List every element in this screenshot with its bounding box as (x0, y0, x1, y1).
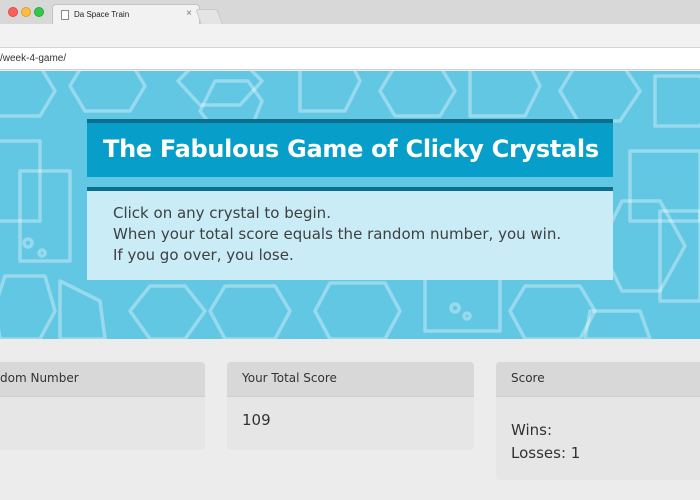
browser-toolbar (0, 24, 700, 48)
score-body: Wins: Losses: 1 (496, 397, 700, 479)
crystal-icon (313, 281, 402, 339)
url-text[interactable]: /week-4-game/ (0, 53, 66, 64)
minimize-window-button[interactable] (21, 7, 31, 17)
total-score-panel: Your Total Score 109 (227, 362, 474, 450)
instructions-box: Click on any crystal to begin. When your… (87, 187, 613, 280)
instruction-line: When your total score equals the random … (113, 225, 562, 243)
total-score-value: 109 (242, 411, 271, 429)
crystal-icon (58, 279, 107, 339)
close-icon[interactable]: × (186, 8, 192, 19)
crystal-icon (468, 71, 542, 118)
total-score-heading: Your Total Score (227, 362, 474, 397)
crystal-icon (128, 284, 207, 339)
crystal-icon (37, 248, 47, 258)
hero-banner: The Fabulous Game of Clicky Crystals Cli… (0, 71, 700, 339)
crystal-icon (208, 284, 292, 339)
losses-count: Losses: 1 (511, 444, 581, 462)
instruction-line: If you go over, you lose. (113, 246, 294, 264)
crystal-icon (176, 71, 264, 107)
crystal-icon (0, 71, 57, 118)
crystal-icon (0, 274, 57, 339)
crystal-icon (653, 74, 700, 128)
score-heading: Score (496, 362, 700, 397)
crystal-icon (449, 302, 461, 314)
crystal-icon (22, 237, 34, 249)
crystal-icon (583, 309, 652, 339)
crystal-icon (508, 284, 597, 339)
crystal-icon (68, 71, 147, 113)
close-window-button[interactable] (8, 7, 18, 17)
address-bar[interactable]: /week-4-game/ (0, 48, 700, 70)
page-title: The Fabulous Game of Clicky Crystals (103, 135, 599, 163)
document-icon (61, 10, 69, 20)
title-banner: The Fabulous Game of Clicky Crystals (87, 119, 613, 177)
wins-count: Wins: (511, 421, 553, 439)
crystal-icon (462, 311, 472, 321)
crystal-icon (298, 71, 362, 113)
crystal-icon (558, 71, 642, 123)
random-number-heading: dom Number (0, 362, 205, 397)
instruction-line: Click on any crystal to begin. (113, 204, 331, 222)
crystal-icon (378, 71, 457, 118)
tab-title: Da Space Train (74, 10, 130, 19)
browser-tab-bar: Da Space Train × (0, 0, 700, 25)
browser-tab[interactable]: Da Space Train × (52, 4, 200, 25)
new-tab-button[interactable] (195, 9, 223, 24)
random-number-panel: dom Number (0, 362, 205, 450)
score-panel: Score Wins: Losses: 1 (496, 362, 700, 480)
random-number-value (0, 397, 205, 425)
maximize-window-button[interactable] (34, 7, 44, 17)
